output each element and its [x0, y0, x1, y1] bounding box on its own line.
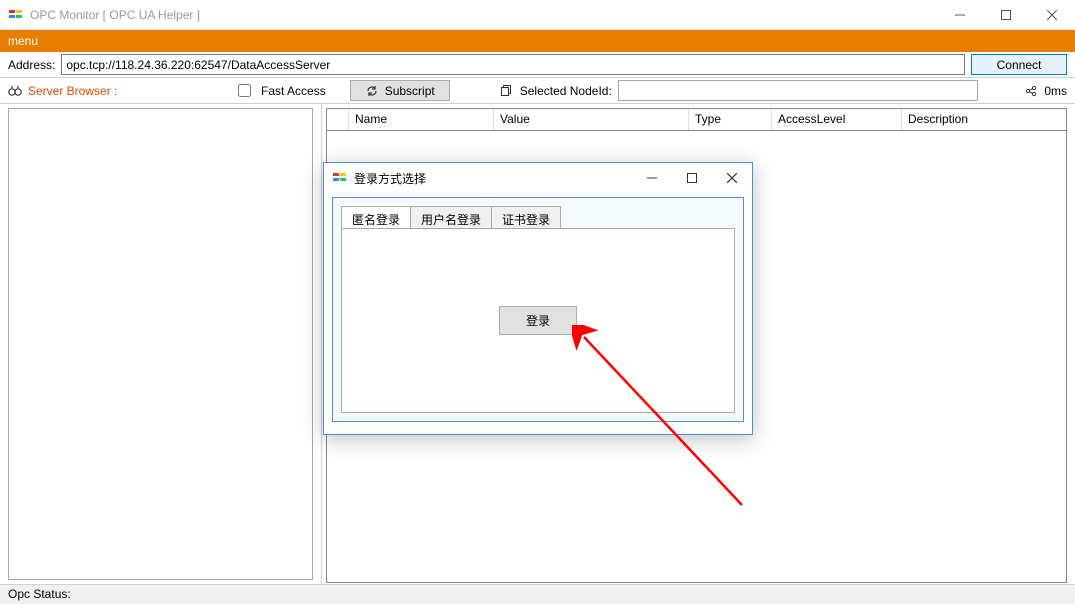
copy-icon: [500, 84, 514, 98]
app-icon: [8, 7, 24, 23]
latency-label: 0ms: [1044, 84, 1067, 98]
dialog-minimize-button[interactable]: [632, 164, 672, 193]
subscript-label: Subscript: [385, 84, 435, 98]
window-close-button[interactable]: [1029, 0, 1075, 30]
address-input[interactable]: [61, 54, 965, 75]
table-header-value[interactable]: Value: [494, 109, 689, 130]
table-header-name[interactable]: Name: [349, 109, 494, 130]
selected-nodeid-label: Selected NodeId:: [520, 84, 612, 98]
menu-item[interactable]: menu: [8, 34, 38, 48]
status-label: Opc Status:: [8, 587, 71, 601]
dialog-maximize-button[interactable]: [672, 164, 712, 193]
address-bar: Address: Connect: [0, 52, 1075, 78]
subscript-button[interactable]: Subscript: [350, 80, 450, 101]
window-title: OPC Monitor [ OPC UA Helper ]: [30, 8, 200, 22]
table-header-accesslevel[interactable]: AccessLevel: [772, 109, 902, 130]
dialog-body: 匿名登录 用户名登录 证书登录 登录: [332, 197, 744, 422]
menubar: menu: [0, 30, 1075, 52]
dialog-titlebar[interactable]: 登录方式选择: [324, 163, 752, 193]
binoculars-icon: [8, 84, 22, 98]
dialog-close-button[interactable]: [712, 164, 752, 193]
table-header-description[interactable]: Description: [902, 109, 1066, 130]
tab-content: 登录: [341, 228, 735, 413]
window-minimize-button[interactable]: [937, 0, 983, 30]
server-tree[interactable]: [8, 108, 313, 580]
address-label: Address:: [8, 58, 55, 72]
login-dialog: 登录方式选择 匿名登录 用户名登录 证书登录 登录: [323, 162, 753, 435]
window-titlebar: OPC Monitor [ OPC UA Helper ]: [0, 0, 1075, 30]
fast-access-label: Fast Access: [261, 84, 326, 98]
server-browser-label: Server Browser :: [28, 84, 117, 98]
connect-button[interactable]: Connect: [971, 54, 1067, 75]
share-icon: [1024, 84, 1038, 98]
refresh-icon: [365, 84, 379, 98]
window-maximize-button[interactable]: [983, 0, 1029, 30]
toolbar: Server Browser : Fast Access Subscript S…: [0, 78, 1075, 104]
login-button[interactable]: 登录: [499, 306, 577, 335]
table-header-selector[interactable]: [327, 109, 349, 130]
dialog-app-icon: [332, 170, 348, 186]
fast-access-checkbox[interactable]: Fast Access: [238, 84, 326, 98]
selected-nodeid-input[interactable]: [618, 80, 978, 101]
dialog-title: 登录方式选择: [354, 170, 426, 187]
status-bar: Opc Status:: [0, 584, 1075, 604]
table-header-type[interactable]: Type: [689, 109, 772, 130]
left-panel: [0, 104, 322, 588]
table-header-row: Name Value Type AccessLevel Description: [326, 108, 1067, 131]
